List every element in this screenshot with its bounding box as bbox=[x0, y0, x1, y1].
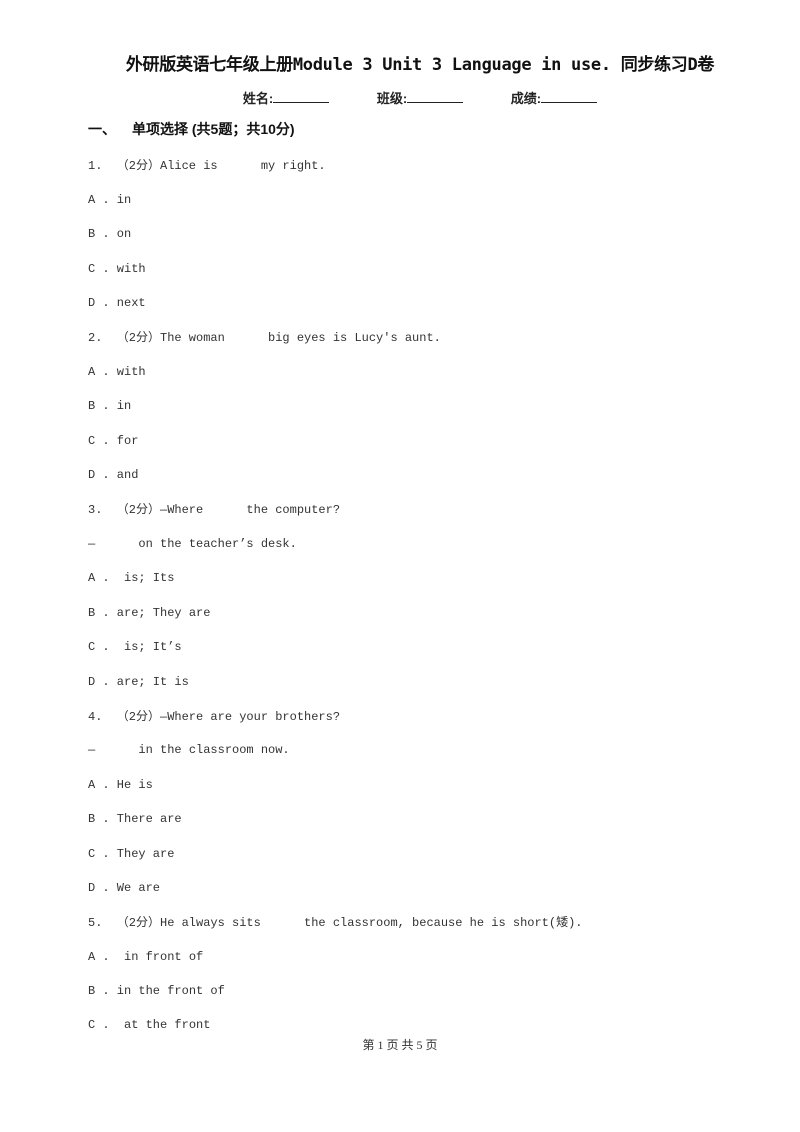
exam-page: 外研版英语七年级上册Module 3 Unit 3 Language in us… bbox=[0, 0, 800, 1132]
name-label: 姓名: bbox=[242, 91, 274, 106]
question-4-option-d[interactable]: D . We are bbox=[88, 881, 160, 895]
class-blank[interactable] bbox=[407, 90, 464, 103]
question-2-option-d[interactable]: D . and bbox=[88, 468, 138, 482]
class-label: 班级: bbox=[376, 91, 408, 106]
student-info: 姓名: 班级: 成绩: bbox=[0, 88, 800, 107]
question-4-option-a[interactable]: A . He is bbox=[88, 778, 153, 792]
question-4-option-c[interactable]: C . They are bbox=[88, 847, 174, 861]
question-2-option-a[interactable]: A . with bbox=[88, 365, 146, 379]
document-title: 外研版英语七年级上册Module 3 Unit 3 Language in us… bbox=[125, 55, 715, 75]
question-3-stem-reply: — on the teacher’s desk. bbox=[88, 537, 297, 551]
section-title: 单项选择 (共5题；共10分) bbox=[132, 121, 295, 137]
question-2-stem: 2. （2分）The woman big eyes is Lucy's aunt… bbox=[88, 331, 441, 345]
question-3-option-d[interactable]: D . are; It is bbox=[88, 675, 189, 689]
question-1-option-d[interactable]: D . next bbox=[88, 296, 146, 310]
question-5-option-c[interactable]: C . at the front bbox=[88, 1018, 210, 1032]
question-3-stem: 3. （2分）—Where the computer? bbox=[88, 503, 341, 517]
section-number: 一、 bbox=[88, 121, 116, 137]
question-5-stem: 5. （2分）He always sits the classroom, bec… bbox=[88, 916, 583, 930]
class-field[interactable]: 班级: bbox=[376, 88, 464, 107]
question-4-option-b[interactable]: B . There are bbox=[88, 812, 182, 826]
question-4-stem: 4. （2分）—Where are your brothers? bbox=[88, 710, 341, 724]
question-3-option-b[interactable]: B . are; They are bbox=[88, 606, 210, 620]
question-1-option-c[interactable]: C . with bbox=[88, 262, 146, 276]
question-4-stem-reply: — in the classroom now. bbox=[88, 743, 290, 757]
score-label: 成绩: bbox=[510, 91, 542, 106]
question-2-option-c[interactable]: C . for bbox=[88, 434, 138, 448]
question-5-option-a[interactable]: A . in front of bbox=[88, 950, 203, 964]
question-1-stem: 1. （2分）Alice is my right. bbox=[88, 159, 326, 173]
question-3-option-a[interactable]: A . is; Its bbox=[88, 571, 174, 585]
question-5-option-b[interactable]: B . in the front of bbox=[88, 984, 225, 998]
name-field[interactable]: 姓名: bbox=[242, 88, 330, 107]
question-2-option-b[interactable]: B . in bbox=[88, 399, 131, 413]
section-heading: 一、 单项选择 (共5题；共10分) bbox=[88, 119, 295, 139]
score-blank[interactable] bbox=[541, 90, 598, 103]
question-1-option-b[interactable]: B . on bbox=[88, 227, 131, 241]
score-field[interactable]: 成绩: bbox=[510, 88, 598, 107]
page-footer: 第 1 页 共 5 页 bbox=[362, 1038, 438, 1052]
question-1-option-a[interactable]: A . in bbox=[88, 193, 131, 207]
name-blank[interactable] bbox=[273, 90, 330, 103]
question-3-option-c[interactable]: C . is; It’s bbox=[88, 640, 182, 654]
